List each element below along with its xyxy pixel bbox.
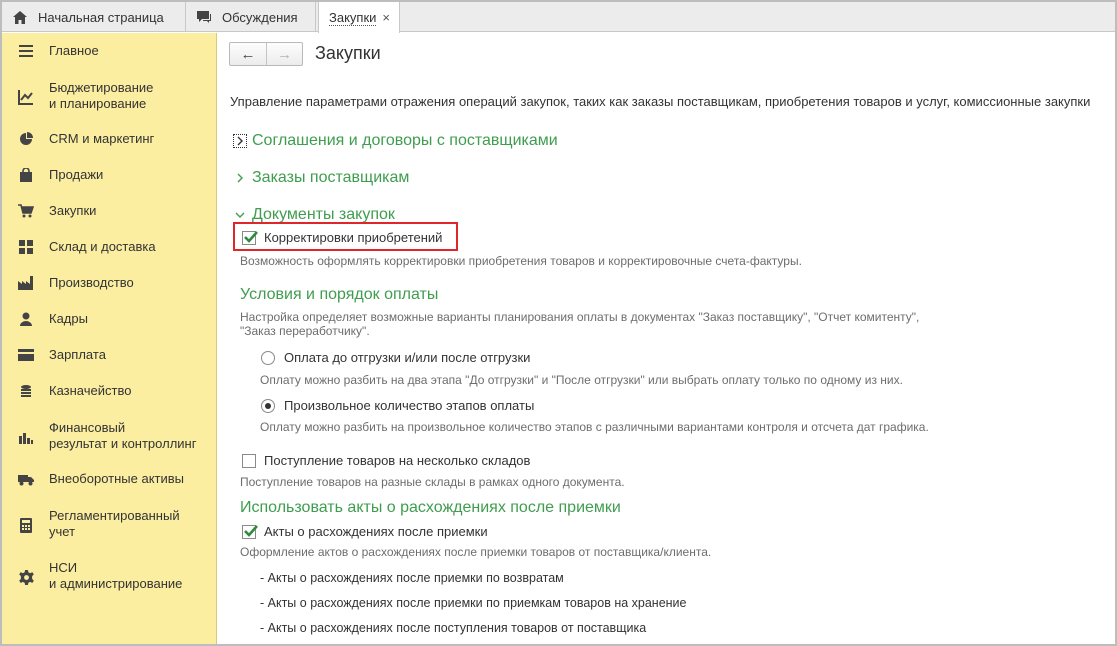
pie-chart-icon bbox=[18, 131, 34, 147]
payment-option-1[interactable]: Оплата до отгрузки и/или после отгрузки bbox=[261, 350, 530, 365]
cart-icon bbox=[18, 203, 34, 219]
payment-option-1-label: Оплата до отгрузки и/или после отгрузки bbox=[284, 350, 531, 365]
sidebar-item-label: Регламентированный учет bbox=[49, 508, 180, 539]
sidebar-item-label: НСИ и администрирование bbox=[49, 560, 183, 591]
sidebar-item-label: Кадры bbox=[49, 311, 88, 326]
back-button[interactable]: ← bbox=[230, 43, 266, 65]
discrepancy-item: - Акты о расхождениях после приемки по п… bbox=[260, 596, 687, 610]
corrections-label: Корректировки приобретений bbox=[264, 230, 443, 245]
factory-icon bbox=[18, 275, 34, 291]
sidebar-item-main[interactable]: Главное bbox=[2, 43, 217, 59]
sidebar-item-label: Зарплата bbox=[49, 347, 106, 362]
person-icon bbox=[18, 311, 34, 327]
warehouse-grid-icon bbox=[18, 239, 34, 255]
chevron-right-icon bbox=[233, 171, 247, 185]
sidebar-item-admin[interactable]: НСИ и администрирование bbox=[2, 559, 217, 593]
multi-warehouse-checkbox[interactable]: Поступление товаров на несколько складов bbox=[242, 453, 530, 468]
coins-icon bbox=[18, 383, 34, 399]
payment-hint-line2: "Заказ переработчику". bbox=[240, 324, 370, 338]
payment-option-2-hint: Оплату можно разбить на произвольное кол… bbox=[260, 420, 929, 434]
discrepancy-hint: Оформление актов о расхождениях после пр… bbox=[240, 545, 712, 559]
wallet-icon bbox=[18, 347, 34, 363]
multi-warehouse-label: Поступление товаров на несколько складов bbox=[264, 453, 531, 468]
discrepancy-item: - Акты о расхождениях после поступления … bbox=[260, 621, 647, 635]
checkbox-checked[interactable] bbox=[242, 230, 258, 245]
payment-option-2[interactable]: Произвольное количество этапов оплаты bbox=[261, 398, 534, 413]
payment-hint-line1: Настройка определяет возможные варианты … bbox=[240, 310, 920, 324]
sidebar-item-production[interactable]: Производство bbox=[2, 275, 217, 291]
section-orders[interactable]: Заказы поставщикам bbox=[233, 169, 409, 187]
section-agreements-label: Соглашения и договоры с поставщиками bbox=[252, 132, 558, 149]
chevron-down-icon bbox=[233, 208, 247, 222]
sidebar-item-hr[interactable]: Кадры bbox=[2, 311, 217, 327]
checkbox-unchecked[interactable] bbox=[242, 453, 256, 468]
corrections-checkbox[interactable]: Корректировки приобретений bbox=[242, 230, 442, 245]
payment-option-1-hint: Оплату можно разбить на два этапа "До от… bbox=[260, 373, 903, 387]
sidebar-item-salary[interactable]: Зарплата bbox=[2, 347, 217, 363]
sidebar-item-budgeting[interactable]: Бюджетирование и планирование bbox=[2, 79, 217, 113]
tab-home[interactable]: Начальная страница bbox=[2, 2, 186, 32]
section-orders-label: Заказы поставщикам bbox=[252, 169, 410, 186]
menu-icon bbox=[18, 43, 34, 59]
tab-home-label: Начальная страница bbox=[38, 9, 164, 25]
payment-heading: Условия и порядок оплаты bbox=[240, 286, 439, 303]
sidebar-item-treasury[interactable]: Казначейство bbox=[2, 383, 217, 399]
sidebar-item-label: CRM и маркетинг bbox=[49, 131, 155, 146]
sidebar-item-regulated[interactable]: Регламентированный учет bbox=[2, 507, 217, 541]
sidebar-item-label: Внеоборотные активы bbox=[49, 471, 185, 486]
sidebar-item-sales[interactable]: Продажи bbox=[2, 167, 217, 183]
gear-icon bbox=[18, 569, 34, 585]
sidebar-item-finance[interactable]: Финансовый результат и контроллинг bbox=[2, 419, 217, 453]
forward-button[interactable]: → bbox=[266, 43, 302, 65]
chat-icon bbox=[196, 9, 212, 25]
bar-chart-icon bbox=[18, 429, 34, 445]
tab-purchases-label: Закупки bbox=[329, 9, 377, 26]
close-icon[interactable]: × bbox=[382, 10, 390, 25]
sidebar-item-label: Продажи bbox=[49, 167, 104, 182]
sidebar-item-fixed-assets[interactable]: Внеоборотные активы bbox=[2, 471, 217, 487]
truck-icon bbox=[18, 471, 34, 487]
discrepancy-label: Акты о расхождениях после приемки bbox=[264, 524, 488, 539]
sidebar-item-purchases[interactable]: Закупки bbox=[2, 203, 217, 219]
page-description: Управление параметрами отражения операци… bbox=[230, 94, 1091, 109]
corrections-hint: Возможность оформлять корректировки прио… bbox=[240, 254, 802, 268]
page-title: Закупки bbox=[315, 43, 381, 63]
sidebar: Главное Бюджетирование и планирование CR… bbox=[2, 33, 217, 644]
sidebar-item-label: Производство bbox=[49, 275, 134, 290]
checkbox-checked[interactable] bbox=[242, 524, 258, 539]
sidebar-item-crm[interactable]: CRM и маркетинг bbox=[2, 131, 217, 147]
tab-discussions-label: Обсуждения bbox=[222, 9, 298, 25]
sidebar-item-label: Финансовый результат и контроллинг bbox=[49, 420, 197, 451]
tab-bar: Начальная страница Обсуждения Закупки × bbox=[2, 2, 1115, 33]
discrepancy-checkbox[interactable]: Акты о расхождениях после приемки bbox=[242, 524, 488, 539]
sidebar-item-label: Закупки bbox=[49, 203, 97, 218]
shopping-bag-icon bbox=[18, 167, 34, 183]
sidebar-item-label: Бюджетирование и планирование bbox=[49, 80, 154, 111]
tab-discussions[interactable]: Обсуждения bbox=[186, 2, 316, 32]
nav-buttons: ← → bbox=[229, 42, 303, 66]
multi-warehouse-hint: Поступление товаров на разные склады в р… bbox=[240, 475, 625, 489]
discrepancy-item: - Акты о расхождениях после приемки по в… bbox=[260, 571, 564, 585]
sidebar-item-label: Склад и доставка bbox=[49, 239, 156, 254]
chevron-right-icon bbox=[233, 134, 247, 148]
chart-line-icon bbox=[18, 89, 34, 105]
sidebar-item-warehouse[interactable]: Склад и доставка bbox=[2, 239, 217, 255]
radio-button-selected[interactable] bbox=[261, 398, 275, 413]
calculator-icon bbox=[18, 517, 34, 533]
sidebar-item-label: Казначейство bbox=[49, 383, 132, 398]
sidebar-item-label: Главное bbox=[49, 43, 99, 58]
section-agreements[interactable]: Соглашения и договоры с поставщиками bbox=[233, 132, 558, 150]
payment-option-2-label: Произвольное количество этапов оплаты bbox=[284, 398, 535, 413]
discrepancy-heading: Использовать акты о расхождениях после п… bbox=[240, 499, 621, 516]
home-icon bbox=[12, 9, 28, 25]
tab-purchases[interactable]: Закупки × bbox=[318, 2, 400, 33]
main-content: ← → Закупки Управление параметрами отраж… bbox=[218, 33, 1115, 644]
radio-button[interactable] bbox=[261, 350, 275, 365]
